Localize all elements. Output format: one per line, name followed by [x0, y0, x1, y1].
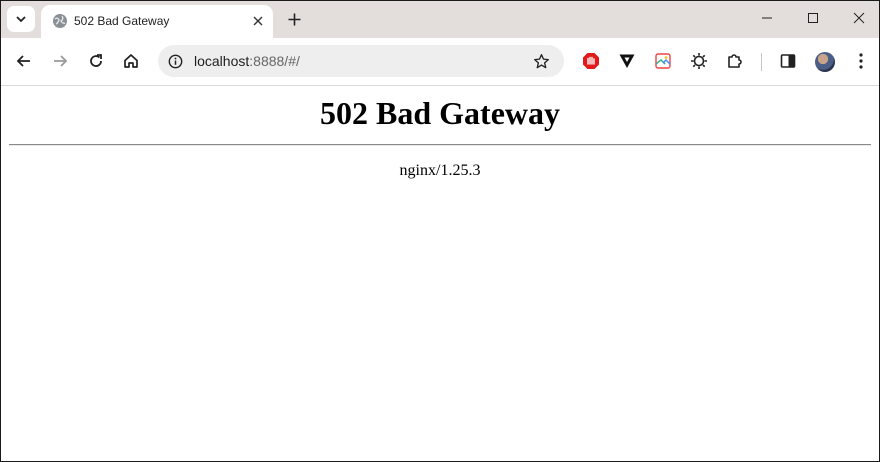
maximize-button[interactable]: [793, 6, 833, 30]
maximize-icon: [808, 13, 818, 23]
adblock-extension-icon: [583, 53, 599, 69]
side-panel-icon: [780, 54, 796, 68]
toolbar-separator: [761, 53, 762, 71]
extensions-button[interactable]: [724, 50, 746, 72]
more-icon: [859, 53, 863, 69]
new-tab-button[interactable]: [283, 8, 305, 30]
active-tab[interactable]: 502 Bad Gateway: [41, 5, 273, 38]
url-path: :8888/#/: [249, 53, 300, 69]
plus-icon: [288, 13, 300, 25]
forward-icon: [54, 55, 68, 67]
window-close-button[interactable]: [839, 6, 879, 30]
tab-search-button[interactable]: [7, 6, 35, 32]
browser-toolbar: localhost:8888/#/: [1, 38, 879, 86]
vpn-extension-button[interactable]: [616, 50, 638, 72]
page-heading: 502 Bad Gateway: [320, 95, 560, 131]
tab-title: 502 Bad Gateway: [74, 14, 170, 28]
home-button[interactable]: [118, 48, 144, 74]
info-icon: [168, 54, 182, 68]
minimize-icon: [762, 17, 772, 19]
minimize-button[interactable]: [747, 6, 787, 30]
photo-extension-icon: [655, 53, 671, 69]
page-content: 502 Bad Gateway nginx/1.25.3: [1, 86, 879, 461]
forward-button[interactable]: [47, 48, 73, 74]
sun-extension-button[interactable]: [688, 50, 710, 72]
photo-extension-button[interactable]: [652, 50, 674, 72]
sun-extension-icon: [691, 53, 707, 69]
browser-window: 502 Bad Gateway localhost:8888/#/ 502 Ba…: [0, 0, 880, 462]
address-bar[interactable]: localhost:8888/#/: [158, 45, 564, 77]
close-icon: [253, 16, 263, 26]
divider: [9, 144, 871, 146]
url-host: localhost: [194, 53, 250, 69]
vpn-extension-icon: [619, 54, 635, 68]
bookmark-button[interactable]: [532, 52, 550, 70]
window-close-icon: [853, 12, 865, 24]
profile-avatar[interactable]: [815, 52, 835, 72]
more-menu-button[interactable]: [850, 50, 872, 72]
reload-icon: [90, 54, 102, 67]
adblock-extension-button[interactable]: [580, 50, 602, 72]
tab-search-icon: [16, 16, 26, 23]
side-panel-button[interactable]: [777, 50, 799, 72]
reload-button[interactable]: [83, 48, 109, 74]
star-icon: [533, 53, 549, 68]
tab-strip: 502 Bad Gateway: [1, 1, 879, 38]
globe-favicon-icon: [53, 14, 67, 28]
back-button[interactable]: [11, 48, 37, 74]
site-info-button[interactable]: [166, 52, 184, 70]
back-icon: [16, 55, 30, 67]
tab-close-button[interactable]: [250, 13, 266, 29]
url-text[interactable]: localhost:8888/#/: [194, 53, 300, 69]
puzzle-icon: [728, 54, 742, 68]
home-icon: [124, 54, 138, 68]
server-signature: nginx/1.25.3: [399, 162, 481, 179]
